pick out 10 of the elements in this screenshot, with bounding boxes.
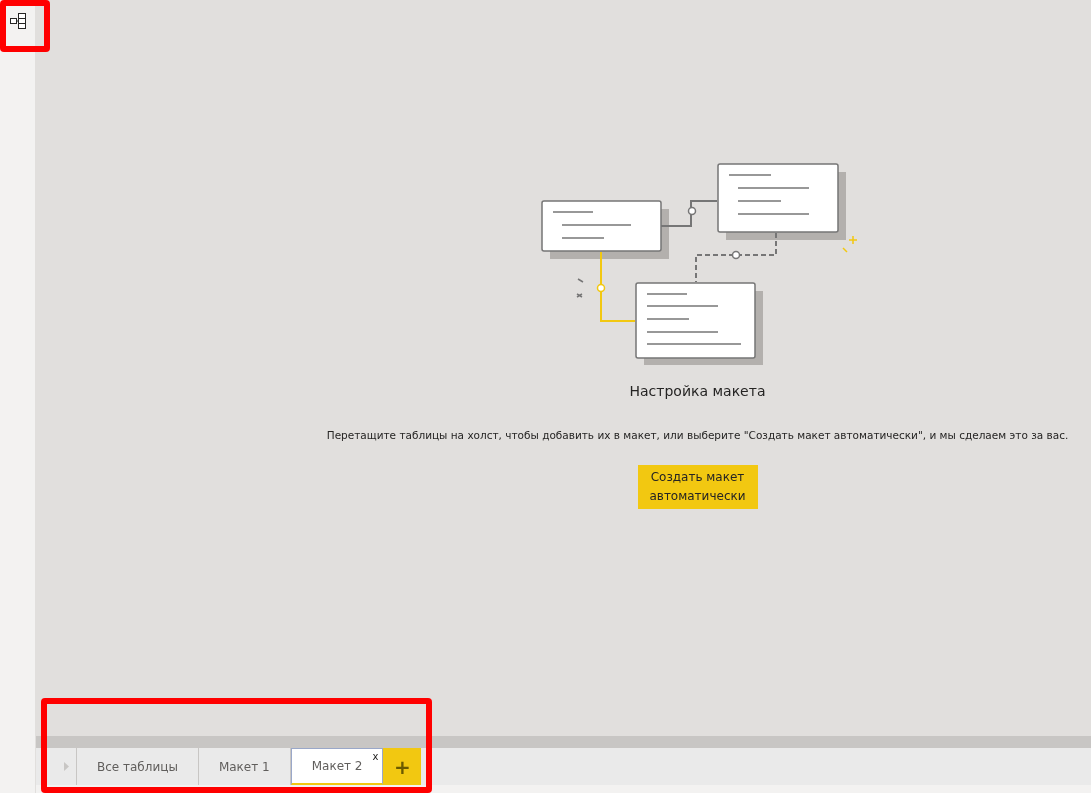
empty-state-title: Настройка макета [629,383,766,399]
diagram-icon [8,12,27,30]
horizontal-scrollbar[interactable] [36,736,1091,748]
add-tab-button[interactable]: + [383,748,422,785]
triangle-icon[interactable] [63,762,69,771]
close-tab-button[interactable]: x [372,751,379,762]
empty-state-description: Перетащите таблицы на холст, чтобы добавить их в макет, или выберите "Создать макет автоматически", и мы сделаем это за вас. [326,429,1069,441]
highlight-frame [0,0,50,52]
auto-layout-button[interactable]: Создать макет автоматически [637,465,758,509]
layout-tab[interactable]: Макет 2 x [290,748,384,785]
